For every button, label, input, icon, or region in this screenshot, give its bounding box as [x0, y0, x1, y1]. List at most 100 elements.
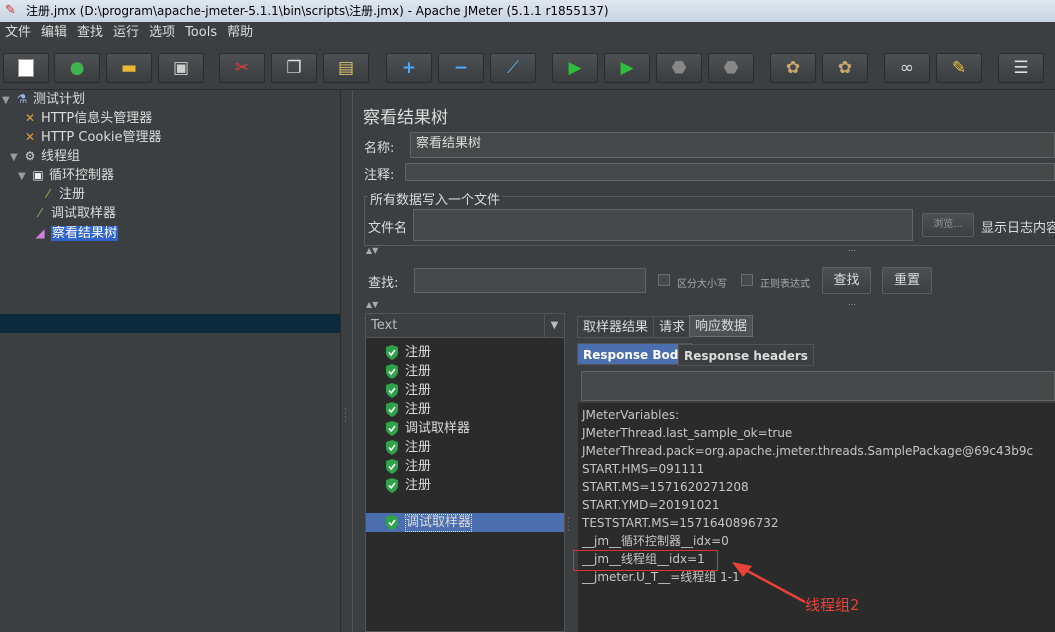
start-button[interactable]: ▶	[552, 53, 598, 83]
case-sensitive-label: 区分大小写	[677, 279, 727, 290]
divider-grip-icon[interactable]: ⋯	[848, 300, 856, 310]
splitter-grip-icon: · · · ·	[344, 405, 347, 426]
result-item[interactable]: 注册	[366, 457, 564, 476]
listener-icon: ◢	[35, 226, 45, 240]
menu-search[interactable]: 查找	[72, 22, 108, 44]
start-no-pause-button[interactable]: ▶	[604, 53, 650, 83]
reset-button[interactable]: 重置	[882, 267, 932, 294]
success-shield-icon	[386, 383, 398, 398]
menu-run[interactable]: 运行	[108, 22, 144, 44]
comment-input[interactable]	[405, 163, 1055, 181]
tree-node-label: HTTP信息头管理器	[41, 111, 153, 126]
tab-request[interactable]: 请求	[653, 316, 692, 338]
save-button[interactable]: ▣	[158, 53, 204, 83]
search-button[interactable]: ∞	[884, 53, 930, 83]
search-input[interactable]	[414, 268, 646, 293]
toggle-icon: ⟋	[507, 58, 519, 78]
success-shield-icon	[386, 364, 398, 379]
toolbar: ● ▬ ▣ ✂ ❐ ▤ + − ⟋ ▶ ▶ ⬣ ⬣ ✿ ✿ ∞ ✎ ☰	[0, 46, 1055, 90]
comment-label: 注释:	[364, 168, 395, 183]
result-item[interactable]: 注册	[366, 400, 564, 419]
copy-button[interactable]: ❐	[271, 53, 317, 83]
name-input[interactable]: 察看结果树	[410, 132, 1055, 158]
start-no-pause-icon: ▶	[620, 58, 634, 78]
tree-node-register-sampler[interactable]: ⁄ 注册	[40, 185, 85, 204]
annotation-arrow-icon	[732, 562, 806, 604]
paste-icon: ▤	[337, 58, 355, 78]
stop-button[interactable]: ⬣	[656, 53, 702, 83]
menu-file[interactable]: 文件	[0, 22, 36, 44]
menu-options[interactable]: 选项	[144, 22, 180, 44]
new-button[interactable]	[3, 53, 49, 83]
filename-input[interactable]	[413, 209, 913, 241]
collapse-toggle-icon[interactable]: ▼	[18, 167, 30, 186]
clear-icon: ✿	[785, 58, 801, 78]
start-icon: ▶	[568, 58, 582, 78]
tree-node-thread-group[interactable]: ▼ ⚙ 线程组	[10, 147, 80, 166]
menu-bar: 文件 编辑 查找 运行 选项 Tools 帮助	[0, 22, 1055, 44]
collapse-arrows-icon[interactable]: ▲▼	[366, 246, 378, 256]
tab-sampler-result[interactable]: 取样器结果	[577, 316, 655, 338]
collapse-toggle-icon[interactable]: ▼	[10, 148, 22, 167]
browse-button[interactable]: 浏览...	[922, 213, 974, 237]
save-icon: ▣	[172, 58, 190, 78]
annotation-highlight-box	[573, 550, 718, 571]
reset-search-button[interactable]: ✎	[936, 53, 982, 83]
vertical-splitter[interactable]: · · · ·	[565, 313, 575, 632]
case-sensitive-checkbox[interactable]	[658, 274, 670, 286]
divider-grip-icon[interactable]: ⋯	[848, 246, 856, 256]
result-item[interactable]: 注册	[366, 476, 564, 495]
paste-button[interactable]: ▤	[323, 53, 369, 83]
tab-response-data[interactable]: 响应数据	[689, 315, 754, 337]
function-helper-button[interactable]: ☰	[998, 53, 1044, 83]
splitter[interactable]: · · · ·	[340, 90, 353, 632]
result-item[interactable]: 注册	[366, 381, 564, 400]
menu-edit[interactable]: 编辑	[36, 22, 72, 44]
templates-button[interactable]: ●	[54, 53, 100, 83]
shutdown-button[interactable]: ⬣	[708, 53, 754, 83]
expand-icon: +	[401, 58, 417, 78]
subtab-response-headers[interactable]: Response headers	[678, 344, 814, 366]
tree-node-label: 察看结果树	[51, 226, 119, 241]
expand-button[interactable]: +	[386, 53, 432, 83]
success-shield-icon	[386, 515, 398, 530]
result-item[interactable]: 注册	[366, 438, 564, 457]
chevron-down-icon[interactable]: ▼	[544, 314, 564, 337]
open-button[interactable]: ▬	[106, 53, 152, 83]
result-item[interactable]: 注册	[366, 343, 564, 362]
regex-checkbox[interactable]	[741, 274, 753, 286]
cut-button[interactable]: ✂	[219, 53, 265, 83]
menu-help[interactable]: 帮助	[222, 22, 258, 44]
collapse-arrows-icon[interactable]: ▲▼	[366, 300, 378, 310]
tree-node-loop-controller[interactable]: ▼ ▣ 循环控制器	[18, 166, 114, 185]
find-button[interactable]: 查找	[822, 267, 871, 294]
success-shield-icon	[386, 459, 398, 474]
success-shield-icon	[386, 402, 398, 417]
search-label: 查找:	[368, 276, 399, 291]
stop-icon: ⬣	[671, 58, 687, 78]
response-line: JMeterThread.last_sample_ok=true	[582, 426, 793, 440]
toggle-button[interactable]: ⟋	[490, 53, 536, 83]
response-line: JMeterVariables:	[582, 408, 680, 422]
tree-node-view-results-tree[interactable]: ◢ 察看结果树	[32, 224, 119, 243]
subtab-response-body[interactable]: Response Body	[577, 343, 693, 365]
tree-node-debug-sampler[interactable]: ⁄ 调试取样器	[32, 204, 116, 223]
renderer-select[interactable]: Text ▼	[366, 314, 564, 338]
result-item[interactable]: 调试取样器	[366, 419, 564, 438]
clear-button[interactable]: ✿	[770, 53, 816, 83]
collapse-toggle-icon[interactable]: ▼	[2, 91, 14, 110]
tree-node-test-plan[interactable]: ▼ ⚗ 测试计划	[2, 90, 85, 109]
clear-all-button[interactable]: ✿	[822, 53, 868, 83]
result-item-selected[interactable]: 调试取样器	[366, 513, 564, 532]
result-item-label: 注册	[405, 345, 432, 360]
search-icon: ∞	[899, 58, 915, 78]
tree-node-http-header-manager[interactable]: ✕ HTTP信息头管理器	[22, 109, 152, 128]
window-title: 注册.jmx (D:\program\apache-jmeter-5.1.1\b…	[26, 4, 609, 18]
collapse-button[interactable]: −	[438, 53, 484, 83]
result-item[interactable]: 注册	[366, 362, 564, 381]
response-search-input[interactable]	[581, 371, 1055, 401]
response-line: JMeterThread.pack=org.apache.jmeter.thre…	[582, 444, 1034, 458]
tree-node-http-cookie-manager[interactable]: ✕ HTTP Cookie管理器	[22, 128, 162, 147]
menu-tools[interactable]: Tools	[180, 22, 222, 44]
sample-result-list: Text ▼ 注册 注册 注册 注册 调试取样器 注册 注册 注册 调试取样器	[365, 313, 565, 632]
